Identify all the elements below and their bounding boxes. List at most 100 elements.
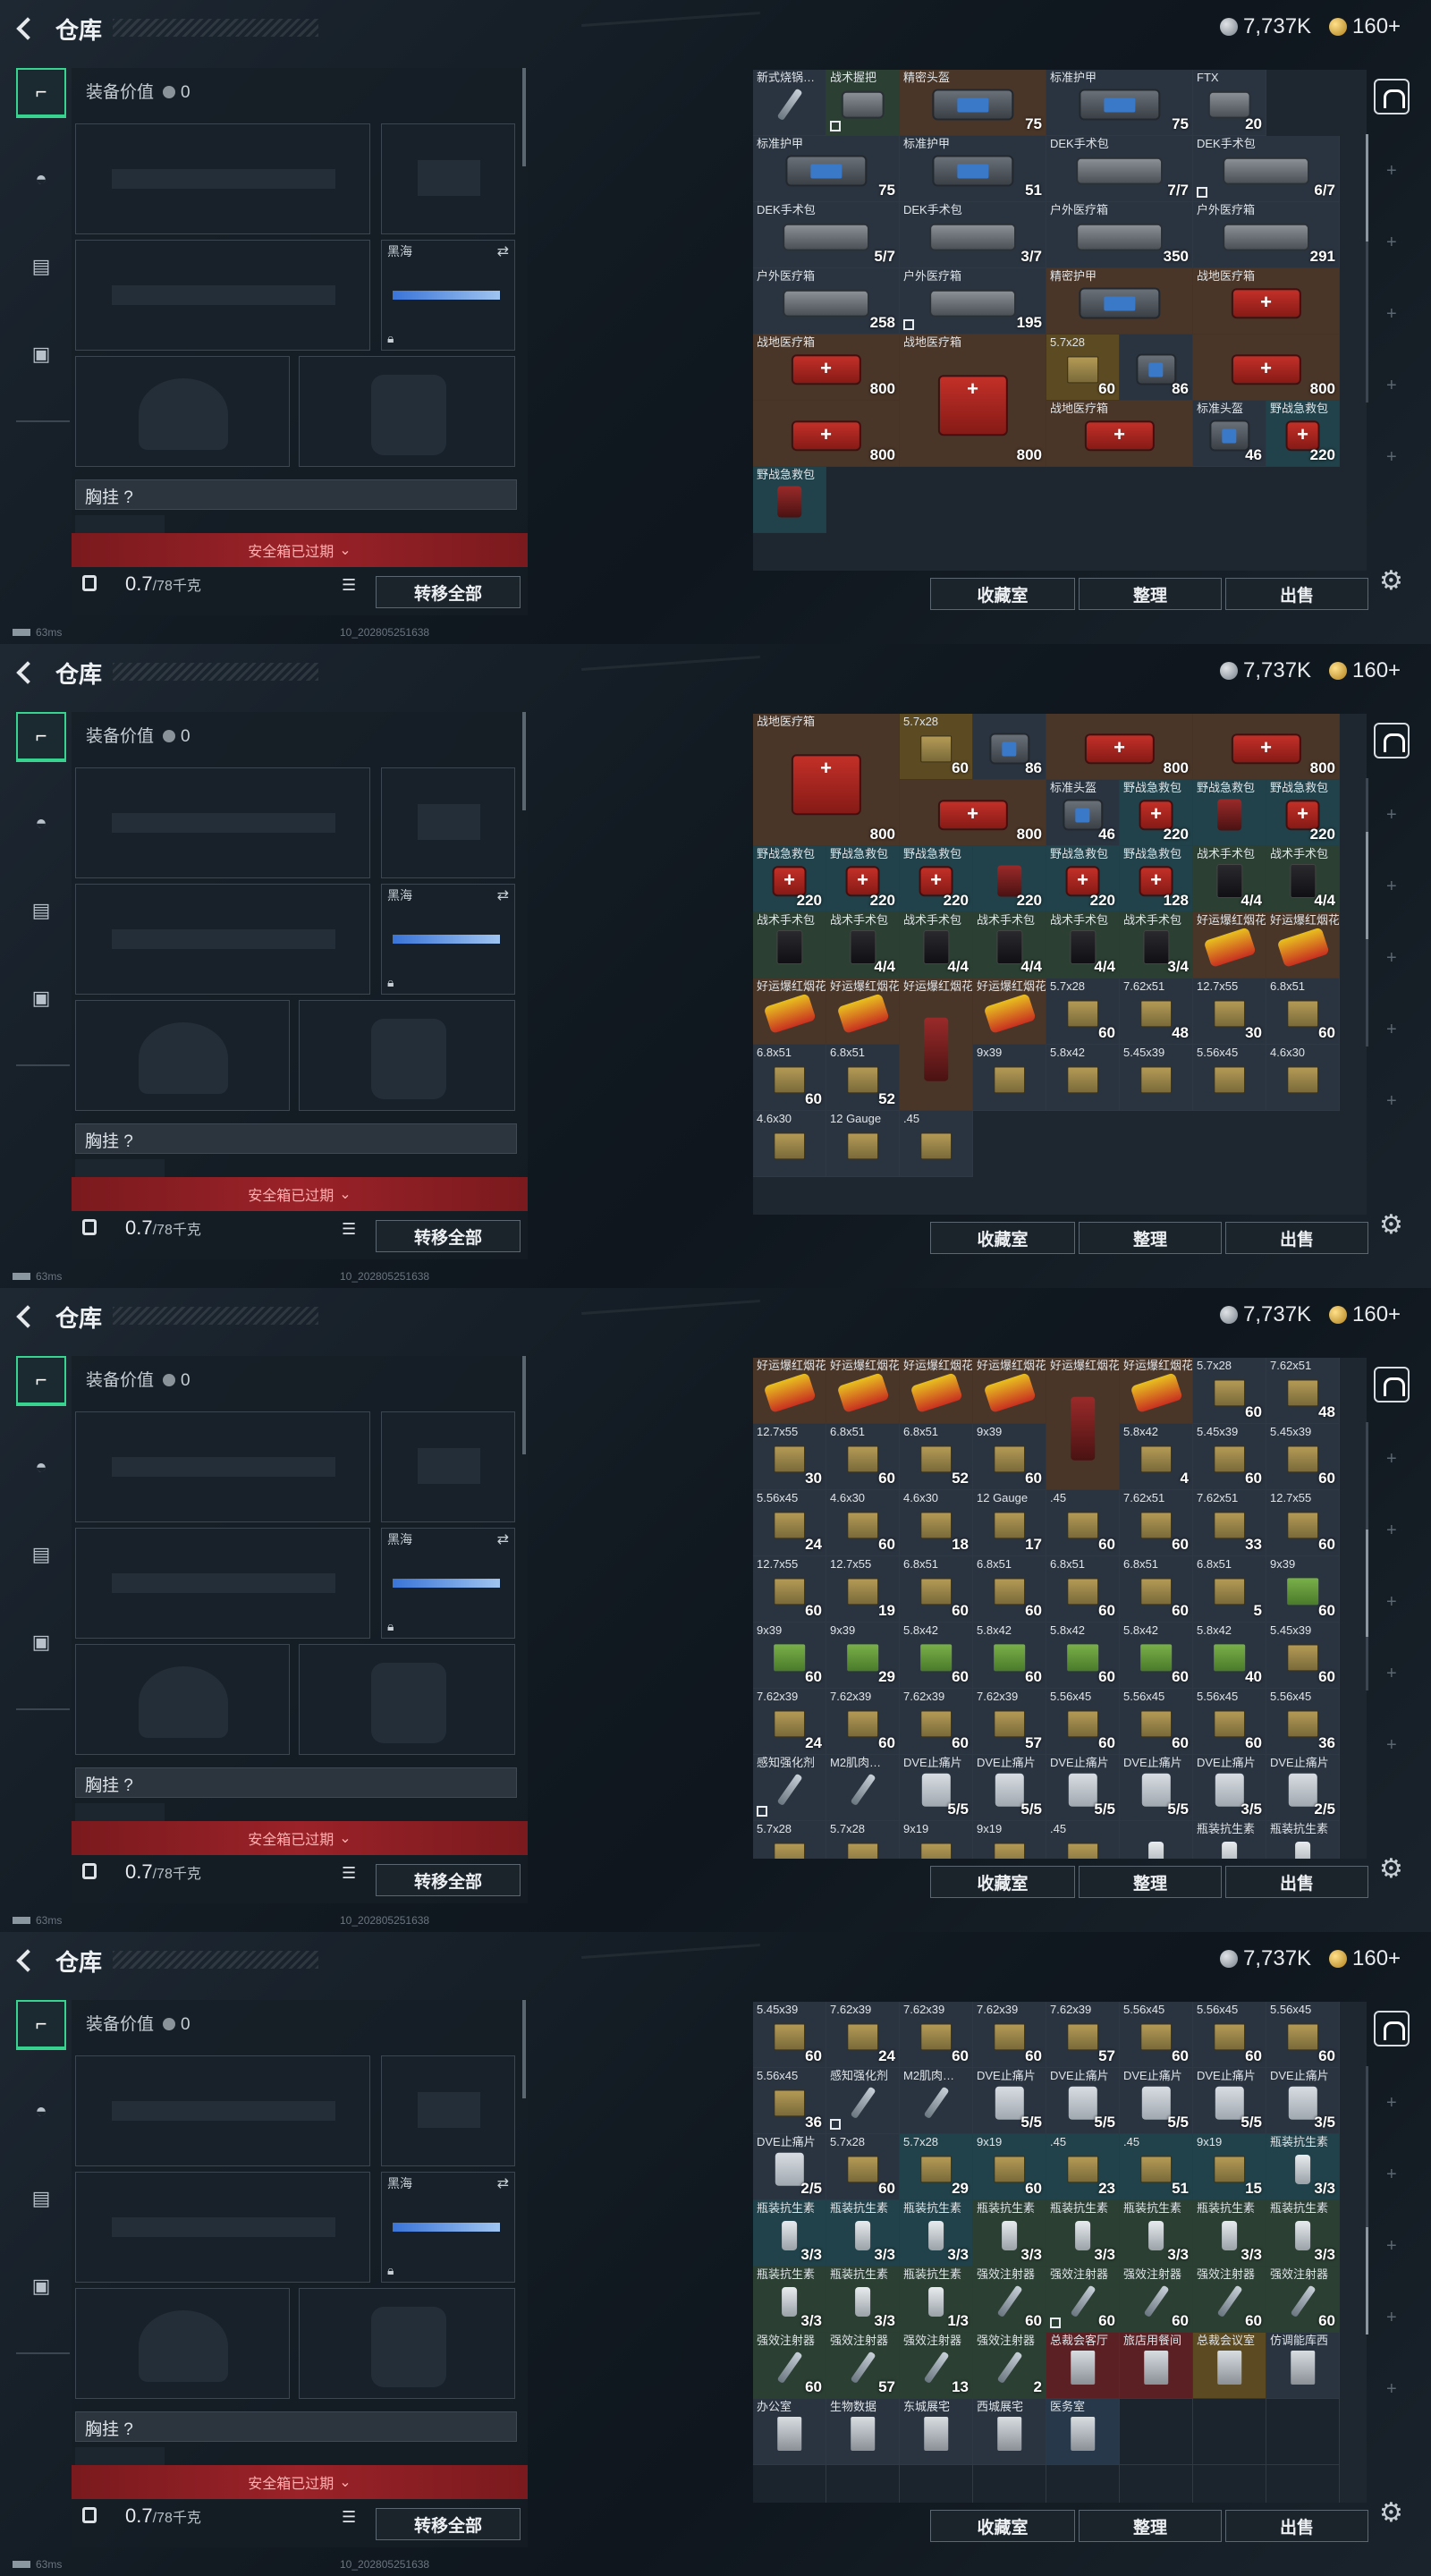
- inventory-item[interactable]: 野战急救包 220: [1120, 780, 1193, 846]
- gold-currency[interactable]: 160+: [1329, 14, 1401, 39]
- inventory-item[interactable]: [1120, 1821, 1193, 1859]
- inventory-item[interactable]: 战术手术包 4/4: [1266, 846, 1340, 912]
- inventory-item[interactable]: 7.62x39 24: [826, 2002, 900, 2068]
- headquarters-icon[interactable]: [1374, 1367, 1410, 1402]
- inventory-item[interactable]: 野战急救包 220: [1266, 780, 1340, 846]
- tab-weapons[interactable]: ⌐: [16, 2000, 66, 2050]
- inventory-item[interactable]: 800: [1193, 714, 1340, 780]
- inventory-item[interactable]: 7.62x51 60: [1120, 1490, 1193, 1556]
- transfer-all-button[interactable]: 转移全部: [376, 1864, 521, 1896]
- empty-grid-cell[interactable]: [900, 2465, 973, 2503]
- help-icon[interactable]: ?: [123, 488, 133, 507]
- back-arrow-icon[interactable]: [13, 1947, 39, 1974]
- help-icon[interactable]: ?: [123, 1132, 133, 1151]
- inventory-item[interactable]: DEK手术包 5/7: [753, 202, 900, 268]
- inventory-item[interactable]: 野战急救包: [753, 467, 826, 533]
- chest-rig-slot[interactable]: 胸挂 ?: [75, 1767, 517, 1798]
- plus-icon[interactable]: +: [1386, 1449, 1397, 1470]
- inventory-item[interactable]: 强效注射器 60: [753, 2333, 826, 2399]
- tab-weapons[interactable]: ⌐: [16, 1356, 66, 1406]
- inventory-item[interactable]: 7.62x51 48: [1120, 979, 1193, 1045]
- inventory-item[interactable]: 9x19: [900, 1821, 973, 1859]
- secondary-weapon-slot[interactable]: [75, 1528, 370, 1639]
- secondary-weapon-slot[interactable]: [75, 884, 370, 995]
- inventory-item[interactable]: 强效注射器 60: [973, 2267, 1046, 2333]
- inventory-item[interactable]: 4.6x30 60: [826, 1490, 900, 1556]
- inventory-item[interactable]: DEK手术包 7/7: [1046, 136, 1193, 202]
- inventory-item[interactable]: 9x39 60: [1266, 1556, 1340, 1623]
- inventory-item[interactable]: 东城展宅: [900, 2399, 973, 2465]
- inventory-item[interactable]: 好运爆红烟花: [1120, 1358, 1193, 1424]
- inventory-item[interactable]: 6.8x51 60: [1120, 1556, 1193, 1623]
- melee-slot[interactable]: 黑海 ⇄ 🔒︎: [381, 1528, 515, 1639]
- stash-scroll-thumb[interactable]: [1366, 832, 1368, 939]
- inventory-item[interactable]: 户外医疗箱 195: [900, 268, 1046, 335]
- inventory-item[interactable]: 感知强化剂: [753, 1755, 826, 1821]
- inventory-item[interactable]: 6.8x51 60: [1266, 979, 1340, 1045]
- inventory-item[interactable]: 强效注射器 13: [900, 2333, 973, 2399]
- inventory-item[interactable]: 6.8x51 60: [826, 1424, 900, 1490]
- inventory-item[interactable]: 5.45x39 60: [1266, 1623, 1340, 1689]
- inventory-item[interactable]: 5.56x45 60: [1120, 2002, 1193, 2068]
- safe-box-expired-banner[interactable]: 安全箱已过期 ⌄: [72, 1177, 528, 1211]
- inventory-item[interactable]: 精密头盔 75: [900, 70, 1046, 136]
- gear-icon[interactable]: ⚙: [1379, 565, 1403, 597]
- inventory-item[interactable]: 5.56x45 60: [1046, 1689, 1120, 1755]
- inventory-item[interactable]: M2肌肉…: [900, 2068, 973, 2134]
- loadout-scrollbar[interactable]: [522, 712, 526, 810]
- empty-grid-cell[interactable]: [1266, 2399, 1340, 2465]
- plus-icon[interactable]: +: [1386, 2236, 1397, 2257]
- inventory-item[interactable]: 旅店用餐间: [1120, 2333, 1193, 2399]
- tab-backpacks[interactable]: ▣: [16, 1617, 66, 1667]
- inventory-item[interactable]: 7.62x39 57: [1046, 2002, 1120, 2068]
- inventory-item[interactable]: 12 Gauge: [826, 1111, 900, 1177]
- safe-box-expired-banner[interactable]: 安全箱已过期 ⌄: [72, 2465, 528, 2499]
- inventory-item[interactable]: 标准护甲 75: [753, 136, 900, 202]
- inventory-item[interactable]: 强效注射器 60: [1266, 2267, 1340, 2333]
- inventory-item[interactable]: DVE止痛片 2/5: [753, 2134, 826, 2200]
- sell-button[interactable]: 出售: [1225, 2510, 1368, 2542]
- empty-grid-cell[interactable]: [973, 2465, 1046, 2503]
- tab-armor[interactable]: ▤: [16, 242, 66, 292]
- inventory-item[interactable]: 瓶装抗生素: [1266, 1821, 1340, 1859]
- inventory-item[interactable]: 瓶装抗生素 3/3: [1266, 2134, 1340, 2200]
- inventory-item[interactable]: 5.45x39 60: [753, 2002, 826, 2068]
- inventory-item[interactable]: 总裁会客厅: [1046, 2333, 1120, 2399]
- empty-grid-cell[interactable]: [1120, 2399, 1193, 2465]
- inventory-item[interactable]: DVE止痛片 5/5: [1120, 2068, 1193, 2134]
- stash-scrollbar[interactable]: [1366, 134, 1368, 402]
- inventory-item[interactable]: 户外医疗箱 291: [1193, 202, 1340, 268]
- inventory-item[interactable]: 6.8x51 52: [826, 1045, 900, 1111]
- swap-icon[interactable]: ⇄: [497, 2174, 509, 2192]
- inventory-item[interactable]: 6.8x51 60: [900, 1556, 973, 1623]
- inventory-item[interactable]: DVE止痛片 5/5: [973, 1755, 1046, 1821]
- inventory-item[interactable]: 感知强化剂: [826, 2068, 900, 2134]
- tab-armor[interactable]: ▤: [16, 2174, 66, 2224]
- inventory-item[interactable]: 9x19 15: [1193, 2134, 1266, 2200]
- back-arrow-icon[interactable]: [13, 659, 39, 686]
- inventory-item[interactable]: 6.8x51 60: [973, 1556, 1046, 1623]
- inventory-item[interactable]: 标准护甲 51: [900, 136, 1046, 202]
- inventory-item[interactable]: 生物数据: [826, 2399, 900, 2465]
- primary-weapon-slot[interactable]: [75, 767, 370, 878]
- plus-icon[interactable]: +: [1386, 304, 1397, 325]
- inventory-item[interactable]: DVE止痛片 2/5: [1266, 1755, 1340, 1821]
- inventory-item[interactable]: 12.7x55 60: [753, 1556, 826, 1623]
- inventory-item[interactable]: DEK手术包 3/7: [900, 202, 1046, 268]
- empty-grid-cell[interactable]: [1120, 2465, 1193, 2503]
- inventory-item[interactable]: 战地医疗箱 800: [900, 335, 1046, 467]
- inventory-item[interactable]: 瓶装抗生素 3/3: [1046, 2200, 1120, 2267]
- inventory-item[interactable]: 标准头盔 46: [1193, 401, 1266, 467]
- plus-icon[interactable]: +: [1386, 2379, 1397, 2400]
- tab-backpacks[interactable]: ▣: [16, 973, 66, 1023]
- inventory-item[interactable]: 5.8x42: [1046, 1045, 1120, 1111]
- armor-slot[interactable]: [299, 1644, 515, 1755]
- inventory-item[interactable]: 强效注射器 60: [1046, 2267, 1120, 2333]
- inventory-item[interactable]: 标准头盔 46: [1046, 780, 1120, 846]
- plus-icon[interactable]: +: [1386, 2093, 1397, 2114]
- chest-rig-slot[interactable]: 胸挂 ?: [75, 2411, 517, 2442]
- inventory-item[interactable]: 瓶装抗生素: [1193, 1821, 1266, 1859]
- loadout-scrollbar[interactable]: [522, 68, 526, 166]
- chest-rig-slot[interactable]: 胸挂 ?: [75, 479, 517, 510]
- safe-box-expired-banner[interactable]: 安全箱已过期 ⌄: [72, 533, 528, 567]
